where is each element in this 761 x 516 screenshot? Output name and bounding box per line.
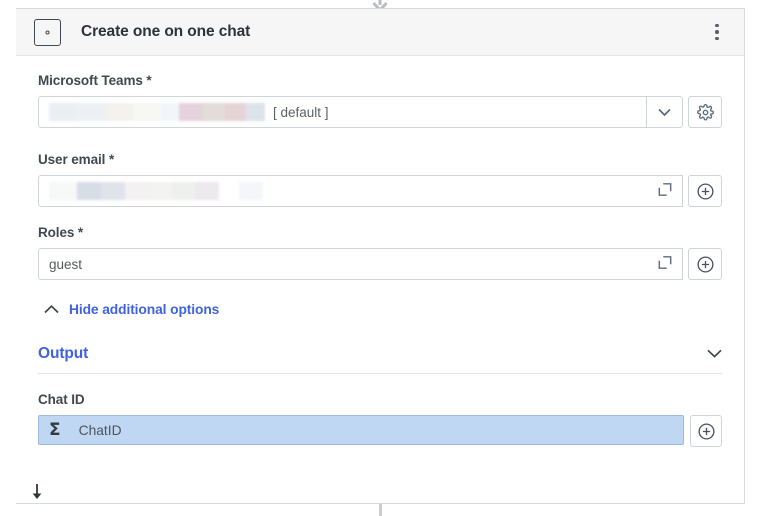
output-title: Output — [38, 345, 89, 362]
field-microsoft-teams: Microsoft Teams * [ default ] — [38, 73, 722, 128]
field-label-roles: Roles * — [38, 225, 84, 240]
expand-icon[interactable] — [658, 183, 672, 200]
output-section: Output Chat ID Σ ChatID — [38, 345, 722, 447]
output-section-header[interactable]: Output — [38, 345, 722, 373]
chevron-down-icon — [707, 349, 722, 358]
roles-input[interactable]: guest — [38, 248, 683, 280]
teams-default-text: [ default ] — [273, 104, 329, 120]
gear-icon — [696, 103, 714, 120]
chevron-up-icon — [44, 305, 59, 314]
chat-id-value: ChatID — [78, 422, 122, 438]
field-label-microsoft-teams: Microsoft Teams * — [38, 73, 152, 88]
field-user-email: User email * — [38, 152, 722, 207]
plus-circle-icon — [696, 255, 714, 273]
user-email-add-button[interactable] — [688, 175, 722, 207]
field-label-user-email: User email * — [38, 152, 115, 167]
node-body: Microsoft Teams * [ default ] User email… — [16, 56, 744, 447]
toggle-additional-options[interactable]: Hide additional options — [38, 302, 219, 317]
microsoft-teams-settings-button[interactable] — [688, 96, 722, 128]
roles-add-button[interactable] — [688, 248, 722, 280]
output-collapse-toggle[interactable] — [707, 345, 722, 363]
chat-id-input[interactable]: Σ ChatID — [38, 415, 684, 445]
microsoft-teams-select[interactable]: [ default ] — [38, 96, 647, 128]
kebab-menu-icon[interactable] — [706, 20, 728, 44]
user-email-input[interactable] — [38, 175, 683, 207]
plus-circle-icon — [696, 182, 714, 200]
additional-options-label: Hide additional options — [69, 302, 220, 317]
output-divider — [38, 373, 722, 374]
node-panel: Create one on one chat Microsoft Teams * — [16, 8, 745, 504]
drag-down-arrow-icon[interactable] — [31, 484, 43, 500]
microsoft-teams-dropdown-toggle[interactable] — [647, 96, 683, 128]
chat-id-add-button[interactable] — [690, 415, 722, 447]
flow-connector-line — [379, 504, 382, 516]
expand-icon[interactable] — [658, 256, 672, 273]
redacted-value-user-email — [49, 182, 271, 200]
field-roles: Roles * guest — [38, 225, 722, 280]
roles-value: guest — [49, 256, 83, 272]
node-header[interactable]: Create one on one chat — [16, 9, 744, 56]
node-title: Create one on one chat — [81, 23, 251, 40]
gear-in-box-icon — [34, 18, 61, 46]
plus-circle-icon — [697, 422, 715, 440]
field-label-chat-id: Chat ID — [38, 392, 85, 407]
field-chat-id: Chat ID Σ ChatID — [38, 392, 722, 447]
redacted-value-teams — [49, 103, 266, 121]
chevron-down-icon — [658, 108, 671, 116]
sigma-icon: Σ — [49, 419, 61, 440]
